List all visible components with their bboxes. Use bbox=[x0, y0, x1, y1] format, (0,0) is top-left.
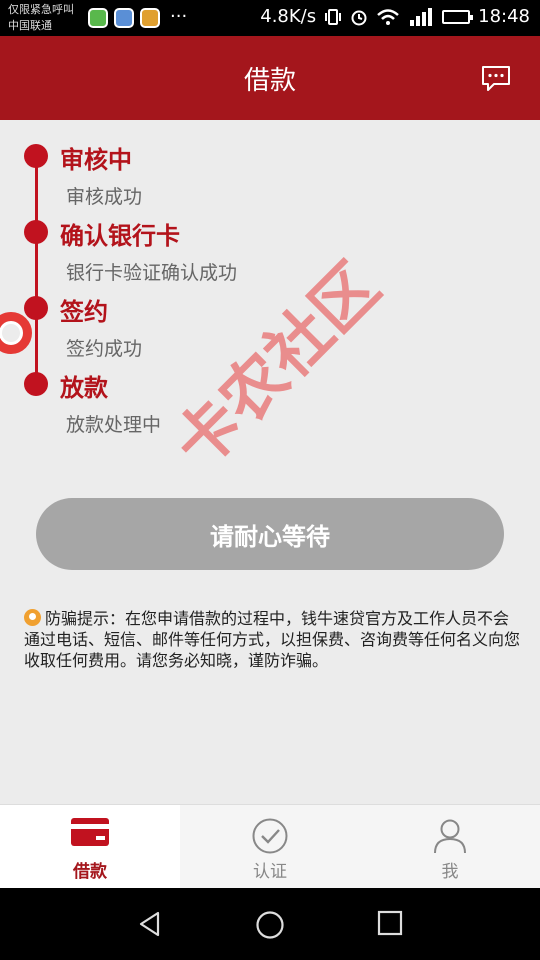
card-icon bbox=[71, 818, 109, 846]
vibrate-icon bbox=[325, 8, 342, 25]
step-subtitle: 放款处理中 bbox=[66, 414, 162, 436]
progress-line bbox=[35, 156, 38, 386]
clock: 18:48 bbox=[478, 6, 530, 27]
status-bar: 仅限紧急呼叫 中国联通 ··· 4.8K/s 18:48 bbox=[0, 0, 540, 36]
fraud-notice: 防骗提示：在您申请借款的过程中，钱牛速贷官方及工作人员不会通过电话、短信、邮件等… bbox=[24, 608, 520, 671]
system-nav-bar bbox=[0, 888, 540, 960]
step-subtitle: 签约成功 bbox=[66, 338, 143, 360]
notification-icons bbox=[88, 8, 160, 28]
step-dot bbox=[24, 296, 48, 320]
tab-label: 借款 bbox=[73, 862, 107, 882]
wait-button[interactable]: 请耐心等待 bbox=[36, 498, 504, 570]
tab-label: 认证 bbox=[253, 862, 287, 882]
user-icon bbox=[434, 819, 466, 854]
step-title: 放款 bbox=[60, 374, 108, 402]
wifi-icon bbox=[377, 8, 399, 25]
warning-icon bbox=[24, 609, 41, 626]
step-title: 确认银行卡 bbox=[60, 222, 180, 250]
emergency-text: 仅限紧急呼叫 bbox=[8, 3, 74, 16]
lifebuoy-icon[interactable] bbox=[0, 312, 32, 354]
home-icon[interactable] bbox=[255, 910, 285, 940]
status-indicators: 4.8K/s 18:48 bbox=[260, 6, 530, 27]
tab-label: 我 bbox=[441, 862, 459, 882]
step-dot bbox=[24, 144, 48, 168]
network-speed: 4.8K/s bbox=[260, 6, 317, 27]
carrier-info: 仅限紧急呼叫 中国联通 bbox=[8, 2, 74, 34]
app-icon bbox=[88, 8, 108, 28]
step-subtitle: 银行卡验证确认成功 bbox=[66, 262, 238, 284]
signal-icon bbox=[410, 7, 433, 26]
alarm-icon bbox=[351, 10, 367, 25]
step-title: 审核中 bbox=[60, 146, 132, 174]
chat-bubble-icon[interactable] bbox=[480, 64, 512, 92]
step-dot bbox=[24, 220, 48, 244]
back-icon[interactable] bbox=[136, 910, 164, 938]
recents-icon[interactable] bbox=[377, 910, 403, 936]
step-title: 签约 bbox=[60, 298, 108, 326]
check-circle-icon bbox=[252, 818, 288, 854]
step-dot bbox=[24, 372, 48, 396]
notice-text: 防骗提示：在您申请借款的过程中，钱牛速贷官方及工作人员不会通过电话、短信、邮件等… bbox=[24, 609, 521, 670]
app-icon bbox=[114, 8, 134, 28]
step-subtitle: 审核成功 bbox=[66, 186, 143, 208]
app-icon bbox=[140, 8, 160, 28]
more-icon: ··· bbox=[170, 6, 188, 27]
carrier-name: 中国联通 bbox=[8, 19, 52, 32]
app-header: 借款 bbox=[0, 36, 540, 120]
tab-me[interactable]: 我 bbox=[360, 805, 540, 888]
page-title: 借款 bbox=[243, 66, 296, 96]
battery-icon bbox=[442, 9, 474, 24]
tab-verify[interactable]: 认证 bbox=[180, 805, 360, 888]
tab-loan[interactable]: 借款 bbox=[0, 805, 180, 888]
bottom-tab-bar: 借款 认证 我 bbox=[0, 804, 540, 888]
